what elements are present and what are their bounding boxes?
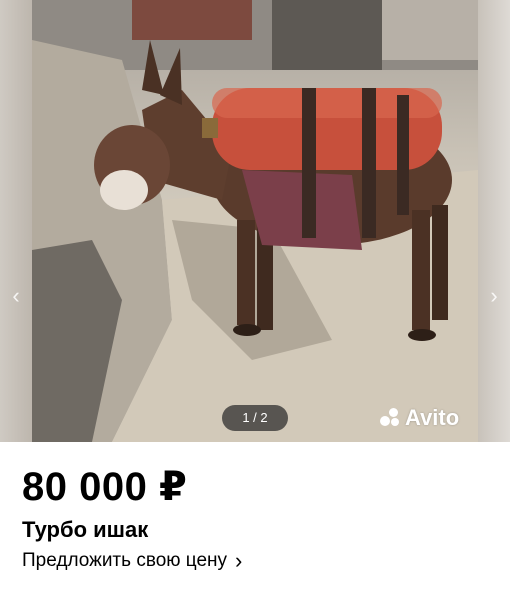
listing-title: Турбо ишак [22, 517, 149, 542]
chevron-left-icon[interactable]: ‹ [8, 284, 24, 308]
avito-wordmark: Avito [405, 405, 460, 430]
avito-logo-icon [380, 408, 402, 428]
gallery-prev-preview [0, 0, 32, 442]
image-gallery[interactable]: ‹ › 1 / 2 Avito [0, 0, 510, 442]
offer-price-link[interactable]: Предложить свою цену › [22, 550, 242, 572]
chevron-right-icon: › [235, 548, 243, 573]
listing-photo[interactable] [32, 0, 478, 442]
offer-price-label: Предложить свою цену [22, 550, 228, 571]
donkey-photo-illustration [32, 0, 478, 442]
photo-counter: 1 / 2 [222, 405, 288, 431]
listing-price: 80 000 ₽ [22, 465, 188, 509]
avito-watermark: Avito [380, 405, 460, 430]
gallery-next-preview [478, 0, 510, 442]
chevron-right-icon[interactable]: › [486, 284, 502, 308]
